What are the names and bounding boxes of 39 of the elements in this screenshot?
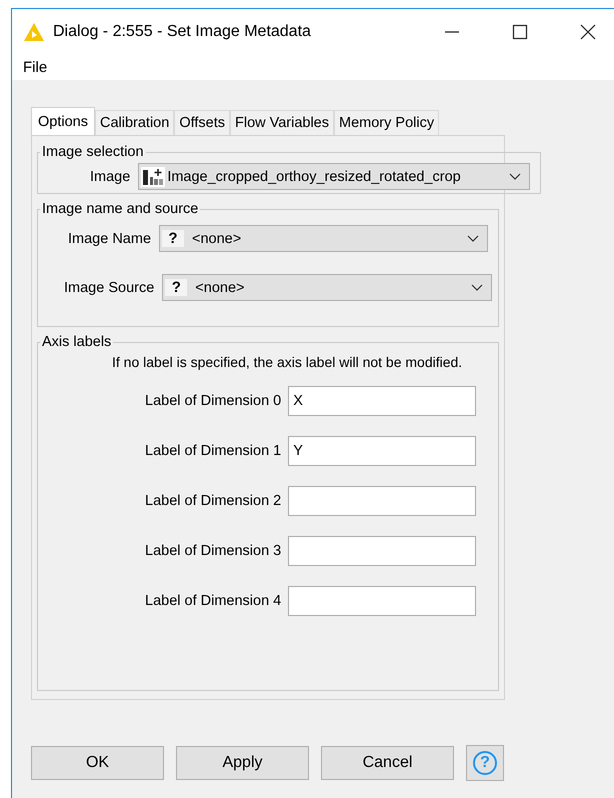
chevron-down-icon [509,172,522,180]
dialog-button[interactable]: Cancel [321,746,454,780]
input-field[interactable] [288,486,476,516]
chevron-down-icon [471,284,483,292]
input-field[interactable]: Y [288,436,476,466]
question-icon: ? [162,230,184,247]
info-text: If no label is specified, the axis label will not be modified. [112,354,464,370]
app-logo-icon [23,22,45,42]
field-label: Label of Dimension 4 [145,593,282,609]
tab[interactable]: Offsets [174,110,230,135]
tab[interactable]: Memory Policy [334,110,440,135]
input-field[interactable]: X [288,386,476,416]
group-title: Axis labels [41,334,112,350]
field-label: Image [90,168,130,184]
menu-item[interactable]: File [23,59,48,76]
input-field[interactable] [288,536,476,566]
image-type-icon [141,166,166,186]
dialog-button[interactable]: Apply [176,746,309,780]
dialog-button[interactable]: OK [31,746,164,780]
dropdown[interactable]: ? <none> [162,274,492,301]
field-label: Label of Dimension 2 [145,493,282,509]
group-title: Image selection [41,144,145,160]
image-dropdown[interactable]: Image_cropped_orthoy_resized_rotated_crop [138,163,530,190]
question-icon: ? [165,279,188,296]
field-label: Image Name [68,230,152,246]
input-field[interactable] [288,586,476,616]
tab[interactable]: Calibration [94,110,174,135]
field-label: Label of Dimension 0 [145,393,282,409]
chevron-down-icon [467,234,479,242]
window-title: Dialog - 2:555 - Set Image Metadata [53,23,311,41]
tab[interactable]: Options [31,107,95,135]
field-label: Label of Dimension 3 [145,543,282,559]
group-title: Image name and source [41,201,200,217]
maximize-icon[interactable] [512,24,528,40]
field-label: Label of Dimension 1 [145,443,282,459]
close-icon[interactable] [580,24,596,40]
tab[interactable]: Flow Variables [230,110,334,135]
field-label: Image Source [64,280,154,296]
dropdown[interactable]: ? <none> [159,225,488,252]
